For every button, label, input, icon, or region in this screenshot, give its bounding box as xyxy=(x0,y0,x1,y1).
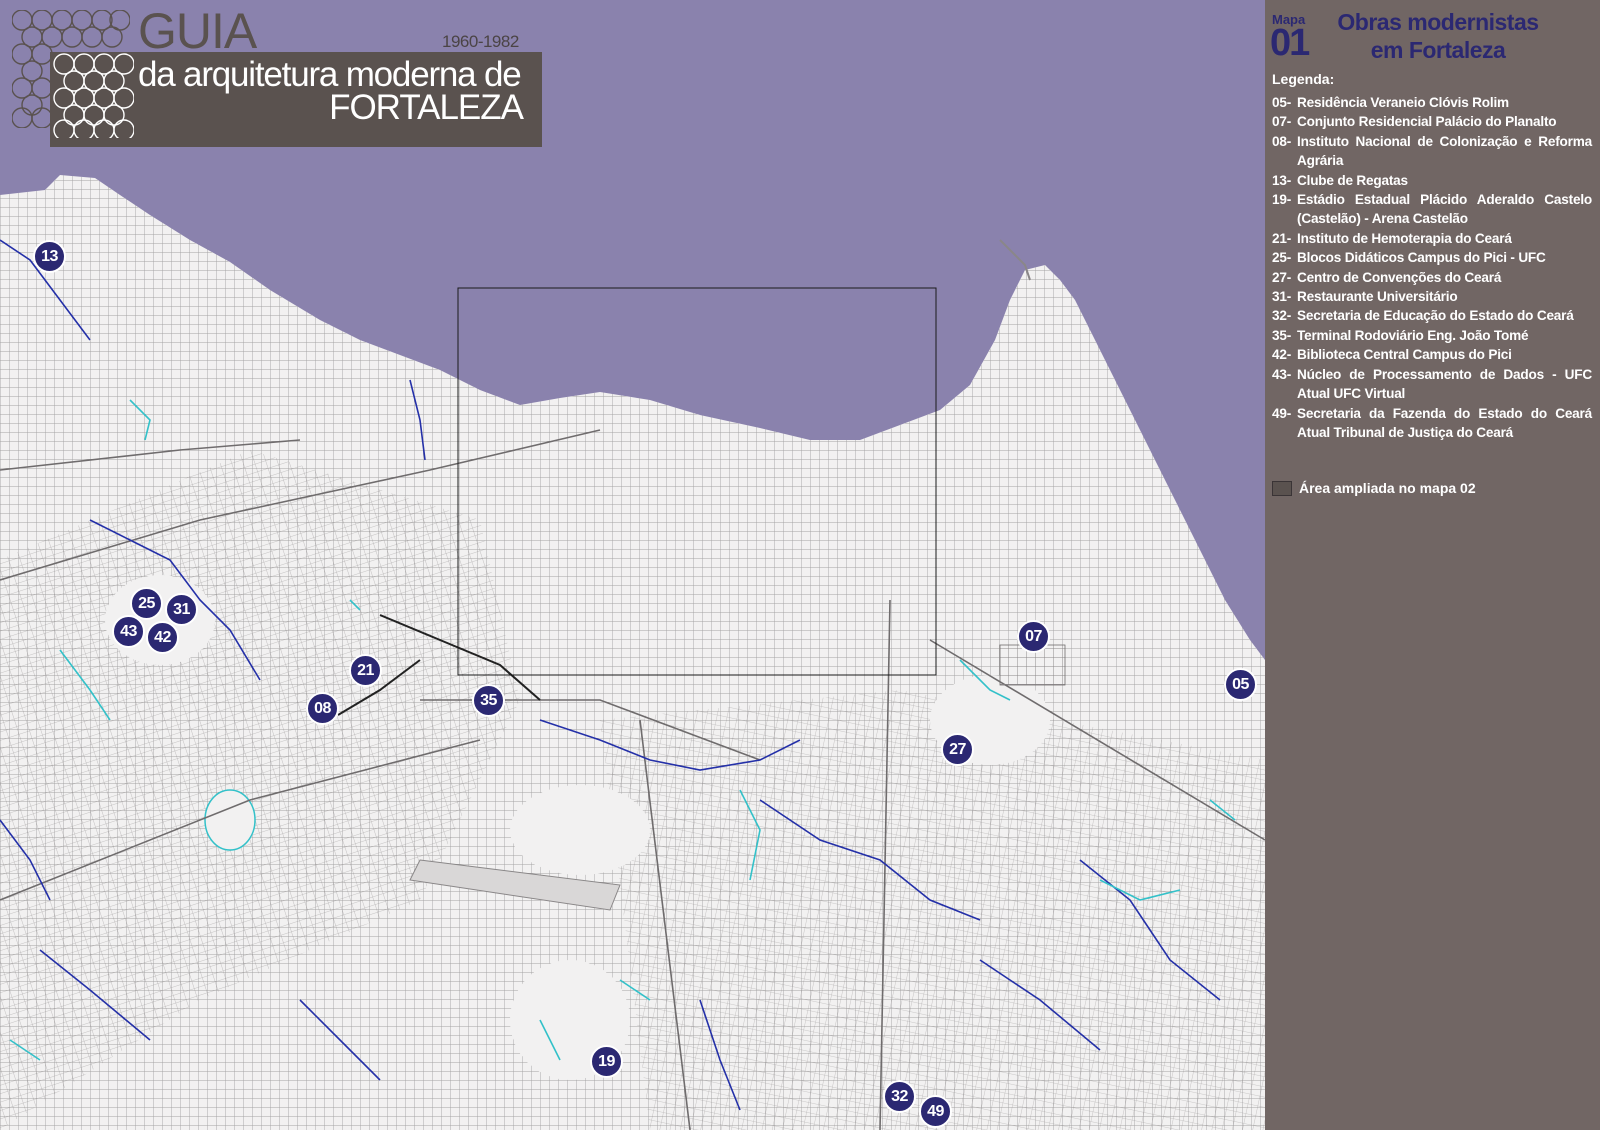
marker-07[interactable]: 07 xyxy=(1017,620,1050,653)
zoom-area-legend: Área ampliada no mapa 02 xyxy=(1272,480,1476,496)
legend-item-number: 08- xyxy=(1272,133,1292,149)
circle-pattern-white-icon xyxy=(53,53,134,138)
legend-item-number: 32- xyxy=(1272,308,1292,324)
legend-item: 13- Clube de Regatas xyxy=(1272,171,1592,190)
legend-item-number: 43- xyxy=(1272,366,1292,382)
legend-item-text: Instituto Nacional de Colonização e Refo… xyxy=(1297,133,1592,169)
legend-item-text: Secretaria da Fazenda do Estado do Ceará… xyxy=(1297,405,1592,440)
legend-item-number: 13- xyxy=(1272,172,1292,188)
logo-subtitle-line2: FORTALEZA xyxy=(329,88,524,127)
legend-item-number: 27- xyxy=(1272,269,1292,285)
legend-item-text: Clube de Regatas xyxy=(1297,172,1408,188)
city-map[interactable]: GUIA 1960-1982 da arquitetura moderna de… xyxy=(0,0,1265,1130)
logo-guia-text: GUIA xyxy=(138,3,257,59)
legend-item-text: Terminal Rodoviário Eng. João Tomé xyxy=(1297,327,1529,343)
marker-31[interactable]: 31 xyxy=(165,593,198,626)
legend-item-number: 35- xyxy=(1272,327,1292,343)
legend-heading: Legenda: xyxy=(1272,71,1335,87)
marker-32[interactable]: 32 xyxy=(883,1080,916,1113)
zoom-area-swatch xyxy=(1272,480,1292,496)
panel-title-line1: Obras modernistas xyxy=(1337,9,1539,35)
marker-35[interactable]: 35 xyxy=(472,684,505,717)
legend-item: 31- Restaurante Universitário xyxy=(1272,287,1592,306)
legend-item-text: Instituto de Hemoterapia do Ceará xyxy=(1297,230,1512,246)
legend-item-text: Secretaria de Educação do Estado do Cear… xyxy=(1297,308,1574,324)
legend-item: 32- Secretaria de Educação do Estado do C… xyxy=(1272,306,1592,325)
marker-42[interactable]: 42 xyxy=(146,621,179,654)
legend-item: 49- Secretaria da Fazenda do Estado do Ce… xyxy=(1272,404,1592,443)
legend-item-number: 19- xyxy=(1272,192,1292,208)
legend-item: 08- Instituto Nacional de Colonização e R… xyxy=(1272,132,1592,171)
legend-item: 19- Estádio Estadual Plácido Aderaldo Cas… xyxy=(1272,190,1592,229)
legend-item-number: 42- xyxy=(1272,347,1292,363)
marker-08[interactable]: 08 xyxy=(306,692,339,725)
legend-item-text: Conjunto Residencial Palácio do Planalto xyxy=(1297,114,1557,130)
legend-item-text: Núcleo de Processamento de Dados - UFC A… xyxy=(1297,366,1592,402)
legend-item: 43- Núcleo de Processamento de Dados - UF… xyxy=(1272,365,1592,404)
logo-years: 1960-1982 xyxy=(442,32,519,51)
legend-item-number: 05- xyxy=(1272,95,1292,110)
legend-item: 27- Centro de Convenções do Ceará xyxy=(1272,268,1592,287)
legend-item: 07- Conjunto Residencial Palácio do Plana… xyxy=(1272,112,1592,131)
zoom-area-label: Área ampliada no mapa 02 xyxy=(1299,480,1476,496)
map-number: 01 xyxy=(1270,22,1310,64)
legend-item: 25- Blocos Didáticos Campus do Pici - UFC xyxy=(1272,248,1592,267)
legend-item: 05- Residência Veraneio Clóvis Rolim xyxy=(1272,93,1592,112)
marker-49[interactable]: 49 xyxy=(919,1095,952,1128)
legend-item-number: 21- xyxy=(1272,230,1292,246)
legend-item: 35- Terminal Rodoviário Eng. João Tomé xyxy=(1272,326,1592,345)
legend-item-text: Blocos Didáticos Campus do Pici - UFC xyxy=(1297,250,1546,266)
marker-27[interactable]: 27 xyxy=(941,733,974,766)
marker-19[interactable]: 19 xyxy=(590,1045,623,1078)
panel-title: Obras modernistas em Fortaleza xyxy=(1323,8,1553,64)
legend-item: 42- Biblioteca Central Campus do Pici xyxy=(1272,345,1592,364)
legend-item-text: Residência Veraneio Clóvis Rolim xyxy=(1297,95,1509,110)
panel-title-line2: em Fortaleza xyxy=(1370,37,1506,63)
legend-list: 05- Residência Veraneio Clóvis Rolim 07- C… xyxy=(1272,93,1592,442)
legend-item-number: 49- xyxy=(1272,405,1292,421)
legend-item-text: Estádio Estadual Plácido Aderaldo Castel… xyxy=(1297,192,1592,227)
legend-item-number: 25- xyxy=(1272,250,1292,266)
marker-43[interactable]: 43 xyxy=(112,615,145,648)
legend-item-text: Restaurante Universitário xyxy=(1297,289,1458,305)
legend-item-number: 07- xyxy=(1272,114,1292,130)
map-canvas xyxy=(0,175,1265,1130)
marker-13[interactable]: 13 xyxy=(33,240,66,273)
legend-item-number: 31- xyxy=(1272,289,1292,305)
legend-item-text: Biblioteca Central Campus do Pici xyxy=(1297,347,1512,363)
marker-05[interactable]: 05 xyxy=(1224,668,1257,701)
marker-21[interactable]: 21 xyxy=(349,654,382,687)
legend-panel: Mapa 01 Obras modernistas em Fortaleza L… xyxy=(1265,0,1600,1130)
guide-logo: GUIA 1960-1982 da arquitetura moderna de… xyxy=(10,3,542,147)
legend-item: 21- Instituto de Hemoterapia do Ceará xyxy=(1272,229,1592,248)
marker-25[interactable]: 25 xyxy=(130,587,163,620)
legend-item-text: Centro de Convenções do Ceará xyxy=(1297,269,1502,285)
